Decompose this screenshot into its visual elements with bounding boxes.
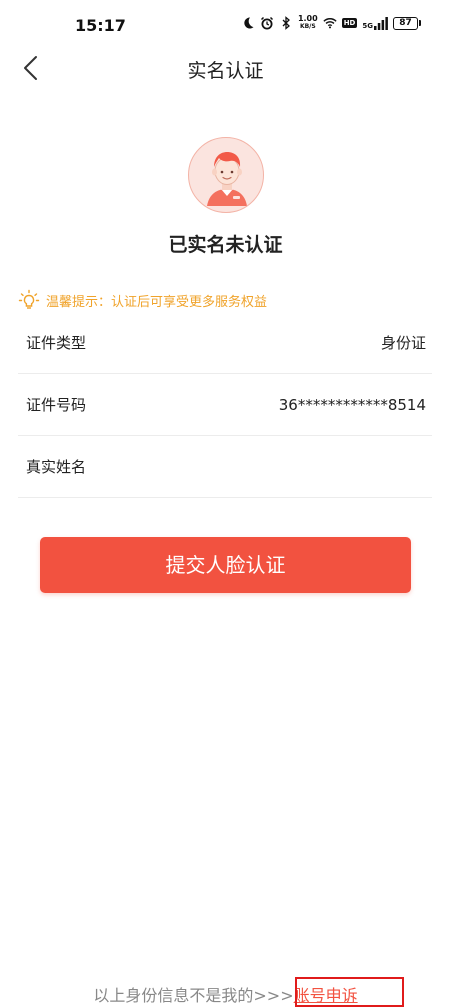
battery-indicator: 87	[393, 16, 421, 30]
page-title: 实名认证	[187, 60, 264, 82]
hd-badge: HD	[341, 18, 358, 28]
wifi-icon	[323, 18, 337, 29]
id-number-value: 36************8514	[278, 395, 426, 414]
tip-text: 温馨提示：认证后可享受更多服务权益	[46, 294, 268, 310]
moon-icon	[244, 17, 254, 29]
cellular-signal: 5G	[362, 16, 388, 30]
footer-prefix: 以上身份信息不是我的>>>	[93, 986, 294, 1005]
status-time: 15:17	[75, 16, 126, 35]
id-type-label: 证件类型	[26, 334, 87, 352]
real-name-row: 真实姓名	[18, 436, 432, 498]
signal-bars-icon	[374, 16, 388, 30]
appeal-highlight-box	[295, 977, 404, 1007]
id-number-label: 证件号码	[26, 396, 87, 414]
network-speed: 1.00 KB/S	[297, 14, 318, 31]
id-type-value: 身份证	[380, 334, 426, 352]
battery-level: 87	[393, 16, 418, 30]
alarm-icon	[260, 16, 273, 30]
lightbulb-icon	[18, 289, 40, 309]
id-number-row: 证件号码 36************8514	[18, 374, 432, 436]
user-avatar-icon	[207, 152, 247, 206]
real-name-label: 真实姓名	[26, 458, 87, 476]
identity-info-list: 证件类型 身份证 证件号码 36************8514 真实姓名	[18, 312, 432, 498]
verification-status: 已实名未认证	[168, 234, 283, 256]
tip-banner: 温馨提示：认证后可享受更多服务权益	[18, 289, 267, 311]
avatar	[188, 137, 264, 213]
bluetooth-icon	[282, 16, 290, 30]
battery-tip	[419, 20, 421, 26]
status-icons: 1.00 KB/S HD 5G 87	[241, 15, 421, 31]
submit-face-verification-button[interactable]: 提交人脸认证	[40, 537, 411, 593]
id-type-row: 证件类型 身份证	[18, 312, 432, 374]
header: 实名认证	[0, 44, 451, 92]
